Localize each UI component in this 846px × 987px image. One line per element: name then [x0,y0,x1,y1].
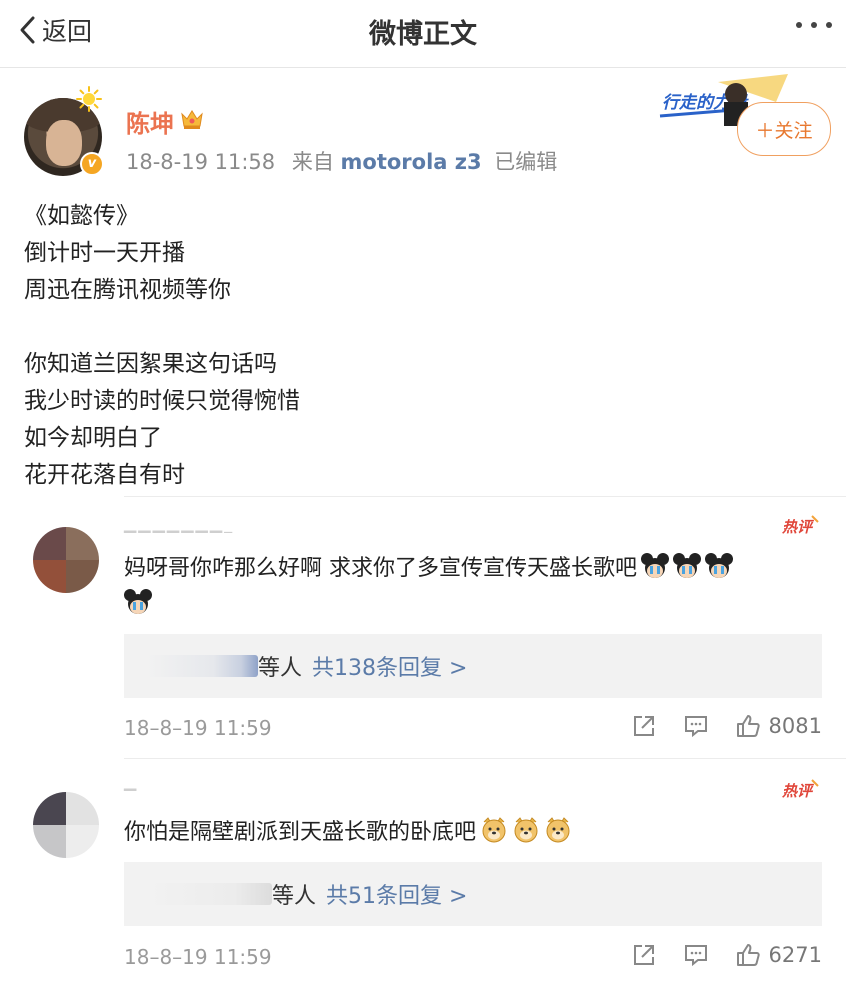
mickey-cry-emoji-icon [124,589,152,614]
comment-bubble-icon [684,716,707,738]
comment-button[interactable] [683,713,709,739]
from-prefix: 来自 [291,150,334,174]
edited-label: 已编辑 [494,150,558,174]
comment-text-continued [124,588,152,622]
like-button[interactable]: 6271 [735,942,822,968]
mickey-cry-emoji-icon [705,553,733,578]
post-line: 花开花落自有时 [24,462,185,488]
post-line: 如今却明白了 [24,425,162,451]
post-time: 18-8-19 11:58 [126,150,276,174]
comment-actions: 8081 [631,713,822,739]
like-count: 8081 [768,714,822,738]
author-name[interactable]: 陈坤 [126,104,174,139]
thumbs-up-icon [736,715,760,737]
post-line: 你知道兰因絮果这句话吗 [24,351,277,377]
post-line: 我少时读的时候只觉得惋惜 [24,388,300,414]
hot-comment-badge: 热评 [781,515,819,536]
post-line: 《如懿传》 [24,203,139,229]
comment-bubble-icon [684,945,707,967]
comment-divider [124,758,846,759]
doge-emoji-icon [482,817,506,843]
page-title: 微博正文 [369,19,477,50]
comment-text: 妈呀哥你咋那么好啊 求求你了多宣传宣传天盛长歌吧 [124,552,733,586]
share-button[interactable] [631,713,657,739]
comment-avatar[interactable] [33,527,99,593]
avatar-face [46,120,82,166]
crown-icon [181,110,203,129]
blurred-replier-names [146,655,258,677]
share-icon [633,716,654,736]
mickey-cry-emoji-icon [641,553,669,578]
post-meta: 18-8-19 11:58 来自 motorola z3 已编辑 [126,146,557,176]
mickey-cry-emoji-icon [673,553,701,578]
comment-time: 18–8–19 11:59 [124,716,272,740]
thumbs-up-icon [736,944,760,966]
comment-avatar[interactable] [33,792,99,858]
hot-label: 热评 [781,782,815,800]
hot-comment-badge: 热评 [781,779,819,800]
top-nav-bar: 返回 微博正文 [0,0,846,68]
post-line [24,309,824,346]
more-menu-button[interactable] [796,22,832,28]
replies-summary[interactable]: 等人 共51条回复 > [124,862,822,926]
share-button[interactable] [631,942,657,968]
comment-time: 18–8–19 11:59 [124,945,272,969]
more-dot [811,22,817,28]
doge-emoji-icon [514,817,538,843]
comment-username-blurred[interactable]: ▁ [124,772,138,791]
doge-emoji-icon [546,817,570,843]
share-icon [633,945,654,965]
more-dots-icon [796,22,802,28]
comment-text-content: 你怕是隔壁剧派到天盛长歌的卧底吧 [124,820,477,845]
hot-label: 热评 [781,518,815,536]
comment-username-blurred[interactable]: ▁▁▁▁▁▁▁_ [124,514,234,533]
comment-actions: 6271 [631,942,822,968]
blurred-replier-names [146,883,272,905]
post-line: 周迅在腾讯视频等你 [24,277,231,303]
more-dot [826,22,832,28]
post-body: 《如懿传》 倒计时一天开播 周迅在腾讯视频等你 你知道兰因絮果这句话吗 我少时读… [24,198,824,494]
reply-suffix: 等人 [272,884,317,909]
like-button[interactable]: 8081 [735,713,822,739]
replies-summary[interactable]: 等人 共138条回复 > [124,634,822,698]
comment-button[interactable] [683,942,709,968]
sun-icon [76,86,102,112]
comment-text-content: 妈呀哥你咋那么好啊 求求你了多宣传宣传天盛长歌吧 [124,556,637,581]
like-count: 6271 [768,943,822,967]
view-replies-link[interactable]: 共138条回复 > [312,650,467,682]
comment-divider [124,496,846,497]
comment-text: 你怕是隔壁剧派到天盛长歌的卧底吧 [124,816,572,850]
post-line: 倒计时一天开播 [24,240,185,266]
view-replies-link[interactable]: 共51条回复 > [326,878,467,910]
reply-suffix: 等人 [258,656,303,681]
post-source[interactable]: motorola z3 [341,150,482,174]
verified-badge-icon: v [80,152,104,176]
follow-button[interactable]: ＋关注 [737,102,831,156]
